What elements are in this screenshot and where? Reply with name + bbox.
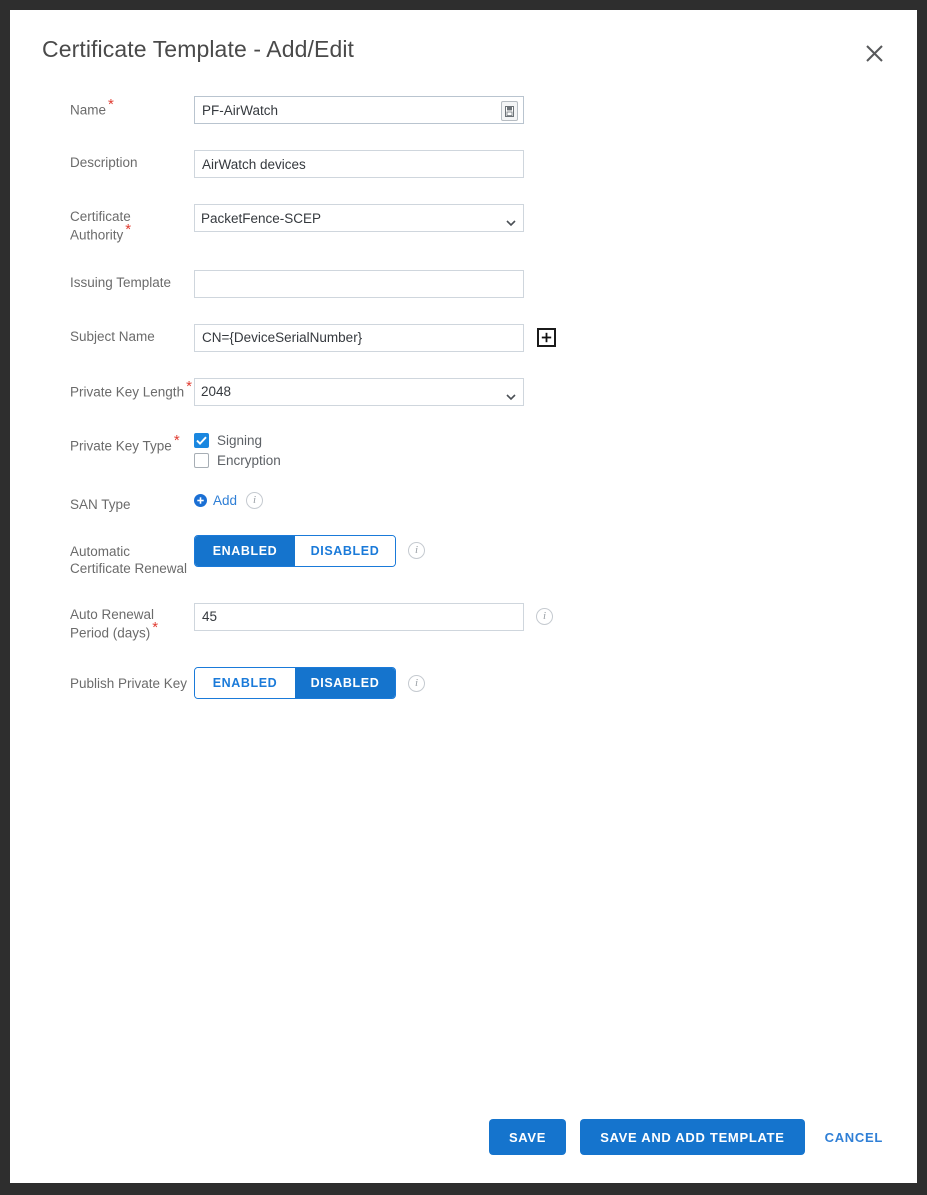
field-row-certificate-authority: Certificate Authority* PacketFence-SCEP — [10, 204, 917, 244]
dialog-footer: SAVE SAVE AND ADD TEMPLATE CANCEL — [489, 1119, 889, 1155]
field-row-description: Description — [10, 150, 917, 178]
label-issuing-template: Issuing Template — [10, 270, 194, 291]
screen-background: Certificate Template - Add/Edit Name* — [0, 0, 927, 1195]
certificate-authority-select[interactable]: PacketFence-SCEP — [194, 204, 524, 232]
control-description — [194, 150, 524, 178]
label-name-text: Name — [70, 103, 106, 118]
field-row-subject-name: Subject Name — [10, 324, 917, 352]
cancel-button[interactable]: CANCEL — [819, 1119, 889, 1155]
auto-renewal-period-input[interactable] — [194, 603, 524, 631]
save-button[interactable]: SAVE — [489, 1119, 566, 1155]
control-subject-name — [194, 324, 556, 352]
field-row-publish-private-key: Publish Private Key ENABLED DISABLED i — [10, 667, 917, 699]
checkbox-encryption[interactable]: Encryption — [194, 453, 281, 468]
control-private-key-length: 2048 — [194, 378, 524, 406]
add-san-type-button[interactable]: Add — [194, 493, 237, 508]
control-certificate-authority: PacketFence-SCEP — [194, 204, 524, 232]
automatic-certificate-renewal-toggle[interactable]: ENABLED DISABLED — [194, 535, 396, 567]
label-subject-name: Subject Name — [10, 324, 194, 345]
label-auto-renewal-period: Auto Renewal Period (days)* — [10, 603, 194, 642]
dialog-header: Certificate Template - Add/Edit — [10, 10, 917, 96]
control-auto-renewal-period: i — [194, 603, 553, 631]
label-private-key-length-text: Private Key Length — [70, 384, 184, 399]
required-marker: * — [152, 619, 158, 636]
certificate-template-dialog: Certificate Template - Add/Edit Name* — [10, 10, 917, 1183]
info-icon[interactable]: i — [536, 608, 553, 625]
field-row-automatic-certificate-renewal: Automatic Certificate Renewal ENABLED DI… — [10, 535, 917, 577]
certificate-template-form: Name* Description — [10, 96, 917, 699]
control-automatic-certificate-renewal: ENABLED DISABLED i — [194, 535, 425, 567]
add-subject-name-button[interactable] — [537, 328, 556, 347]
private-key-length-select[interactable]: 2048 — [194, 378, 524, 406]
field-row-san-type: SAN Type Add i — [10, 492, 917, 513]
save-and-add-template-button[interactable]: SAVE AND ADD TEMPLATE — [580, 1119, 804, 1155]
field-row-private-key-type: Private Key Type* Signing Encryption — [10, 432, 917, 468]
required-marker: * — [125, 221, 131, 238]
checkbox-encryption-label: Encryption — [217, 453, 281, 468]
publish-private-key-disabled[interactable]: DISABLED — [295, 668, 395, 698]
checkbox-signing-label: Signing — [217, 433, 262, 448]
publish-private-key-enabled[interactable]: ENABLED — [195, 668, 295, 698]
label-name: Name* — [10, 96, 194, 119]
field-row-private-key-length: Private Key Length* 2048 — [10, 378, 917, 406]
info-icon[interactable]: i — [246, 492, 263, 509]
checkbox-signing-box[interactable] — [194, 433, 209, 448]
close-icon[interactable] — [859, 38, 889, 68]
label-automatic-certificate-renewal: Automatic Certificate Renewal — [10, 535, 194, 577]
label-private-key-type-text: Private Key Type — [70, 438, 172, 453]
control-san-type: Add i — [194, 492, 263, 509]
automatic-certificate-renewal-disabled[interactable]: DISABLED — [295, 536, 395, 566]
label-auto-renewal-period-text: Auto Renewal Period (days) — [70, 607, 154, 641]
plus-circle-icon — [194, 494, 207, 507]
publish-private-key-toggle[interactable]: ENABLED DISABLED — [194, 667, 396, 699]
info-icon[interactable]: i — [408, 542, 425, 559]
required-marker: * — [174, 432, 180, 449]
field-row-name: Name* — [10, 96, 917, 124]
label-certificate-authority: Certificate Authority* — [10, 204, 194, 244]
issuing-template-input[interactable] — [194, 270, 524, 298]
required-marker: * — [186, 378, 192, 395]
field-row-issuing-template: Issuing Template — [10, 270, 917, 298]
control-publish-private-key: ENABLED DISABLED i — [194, 667, 425, 699]
description-input[interactable] — [194, 150, 524, 178]
required-marker: * — [108, 96, 114, 113]
page-title: Certificate Template - Add/Edit — [42, 36, 354, 63]
label-description: Description — [10, 150, 194, 171]
checkbox-encryption-box[interactable] — [194, 453, 209, 468]
add-san-type-label: Add — [213, 493, 237, 508]
checkbox-signing[interactable]: Signing — [194, 433, 281, 448]
control-issuing-template — [194, 270, 524, 298]
automatic-certificate-renewal-enabled[interactable]: ENABLED — [195, 536, 295, 566]
save-icon[interactable] — [501, 101, 518, 121]
label-san-type: SAN Type — [10, 492, 194, 513]
subject-name-input[interactable] — [194, 324, 524, 352]
label-private-key-type: Private Key Type* — [10, 432, 194, 455]
info-icon[interactable]: i — [408, 675, 425, 692]
label-certificate-authority-text: Certificate Authority — [70, 209, 131, 243]
control-name — [194, 96, 524, 124]
label-private-key-length: Private Key Length* — [10, 378, 194, 401]
label-publish-private-key: Publish Private Key — [10, 667, 194, 692]
field-row-auto-renewal-period: Auto Renewal Period (days)* i — [10, 603, 917, 642]
control-private-key-type: Signing Encryption — [194, 432, 281, 468]
name-input[interactable] — [194, 96, 524, 124]
